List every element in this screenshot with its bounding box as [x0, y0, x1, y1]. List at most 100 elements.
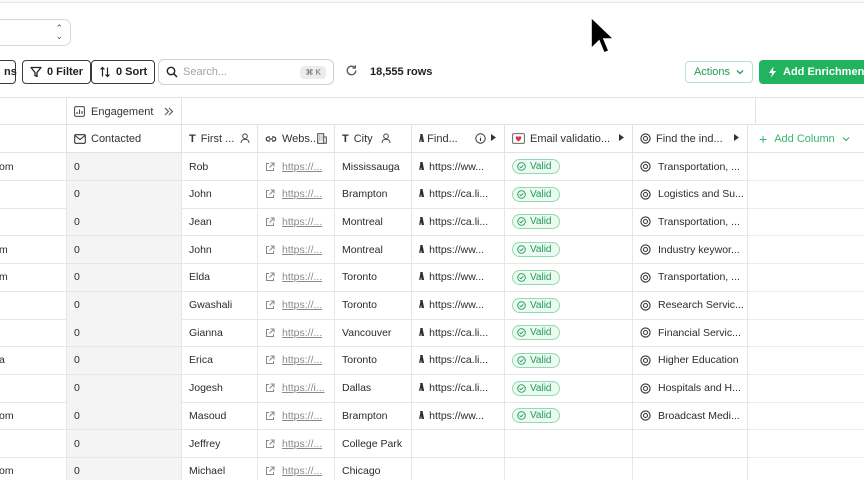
col-header-find[interactable]: /\\ Find...: [412, 125, 505, 152]
website-cell[interactable]: https://...: [258, 208, 335, 236]
contacted-cell[interactable]: 0: [67, 180, 182, 208]
find-cell[interactable]: /\\ https://ca.li...: [412, 319, 505, 347]
table-row[interactable]: 0 Jeffrey https://... College Park: [0, 430, 750, 458]
contacted-cell[interactable]: 0: [67, 430, 182, 457]
col-header-email-validation[interactable]: Email validatio...: [505, 125, 633, 152]
partial-cell[interactable]: om: [0, 402, 67, 430]
play-icon[interactable]: [490, 133, 497, 142]
external-link-icon[interactable]: [265, 411, 275, 421]
table-row[interactable]: 0 Jogesh https://i... Dallas /\\ https://ca.l…: [0, 374, 750, 403]
col-header-contacted[interactable]: Contacted: [67, 125, 182, 152]
website-cell[interactable]: https://...: [258, 346, 335, 374]
contacted-cell[interactable]: 0: [67, 374, 182, 402]
contacted-cell[interactable]: 0: [67, 263, 182, 291]
refresh-icon[interactable]: [345, 64, 358, 77]
city-cell[interactable]: Dallas: [335, 374, 412, 402]
find-cell[interactable]: /\\ https://ca.li...: [412, 346, 505, 374]
col-header-city[interactable]: T City: [335, 125, 412, 152]
first-name-cell[interactable]: Jean: [182, 208, 258, 236]
external-link-icon[interactable]: [265, 189, 275, 199]
table-row[interactable]: 0 John https://... Brampton /\\ https://ca.li…: [0, 180, 750, 209]
group-engagement[interactable]: Engagement: [67, 98, 182, 125]
city-cell[interactable]: Toronto: [335, 263, 412, 291]
industry-cell[interactable]: [633, 430, 748, 457]
external-link-icon[interactable]: [265, 466, 275, 476]
city-cell[interactable]: Chicago: [335, 457, 412, 480]
email-validation-cell[interactable]: Valid: [505, 346, 633, 374]
city-cell[interactable]: Montreal: [335, 208, 412, 236]
first-name-cell[interactable]: Masoud: [182, 402, 258, 430]
email-validation-cell[interactable]: Valid: [505, 236, 633, 264]
industry-cell[interactable]: Transportation, ...: [633, 153, 748, 180]
external-link-icon[interactable]: [265, 383, 275, 393]
partial-cell[interactable]: [0, 291, 67, 319]
city-cell[interactable]: College Park: [335, 430, 412, 457]
city-cell[interactable]: Vancouver: [335, 319, 412, 347]
contacted-cell[interactable]: 0: [67, 402, 182, 430]
industry-cell[interactable]: Broadcast Medi...: [633, 402, 748, 430]
table-row[interactable]: 0 Gianna https://... Vancouver /\\ https://ca…: [0, 319, 750, 348]
website-cell[interactable]: https://...: [258, 430, 335, 457]
website-cell[interactable]: https://...: [258, 180, 335, 208]
add-column-button[interactable]: + Add Column: [750, 125, 864, 153]
website-cell[interactable]: https://...: [258, 291, 335, 319]
industry-cell[interactable]: Transportation, ...: [633, 263, 748, 291]
industry-cell[interactable]: Logistics and Su...: [633, 180, 748, 208]
email-validation-cell[interactable]: Valid: [505, 153, 633, 180]
play-icon[interactable]: [618, 133, 625, 142]
email-validation-cell[interactable]: Valid: [505, 263, 633, 291]
filter-button[interactable]: 0 Filter: [22, 60, 92, 84]
website-cell[interactable]: https://...: [258, 263, 335, 291]
city-cell[interactable]: Mississauga: [335, 153, 412, 180]
table-row[interactable]: 0 Gwashali https://... Toronto /\\ https://ww…: [0, 291, 750, 320]
city-cell[interactable]: Brampton: [335, 402, 412, 430]
table-row[interactable]: m 0 John https://... Montreal /\\ https://ww..…: [0, 236, 750, 265]
partial-cell[interactable]: [0, 319, 67, 347]
first-name-cell[interactable]: John: [182, 180, 258, 208]
partial-cell[interactable]: om: [0, 153, 67, 180]
website-cell[interactable]: https://...: [258, 319, 335, 347]
industry-cell[interactable]: Financial Servic...: [633, 319, 748, 347]
partial-cell[interactable]: [0, 208, 67, 236]
partial-cell[interactable]: m: [0, 263, 67, 291]
partial-cell[interactable]: m: [0, 236, 67, 264]
city-cell[interactable]: Toronto: [335, 291, 412, 319]
contacted-cell[interactable]: 0: [67, 457, 182, 480]
first-name-cell[interactable]: Jeffrey: [182, 430, 258, 457]
partial-cell[interactable]: [0, 180, 67, 208]
find-cell[interactable]: [412, 430, 505, 457]
email-validation-cell[interactable]: Valid: [505, 291, 633, 319]
industry-cell[interactable]: Hospitals and H...: [633, 374, 748, 402]
columns-button[interactable]: ns: [0, 60, 17, 84]
website-cell[interactable]: https://...: [258, 236, 335, 264]
email-validation-cell[interactable]: [505, 430, 633, 457]
industry-cell[interactable]: Transportation, ...: [633, 208, 748, 236]
website-cell[interactable]: https://...: [258, 402, 335, 430]
external-link-icon[interactable]: [265, 272, 275, 282]
col-header-partial[interactable]: [0, 125, 67, 152]
find-cell[interactable]: /\\ https://ca.li...: [412, 374, 505, 402]
first-name-cell[interactable]: Erica: [182, 346, 258, 374]
industry-cell[interactable]: Higher Education: [633, 346, 748, 374]
external-link-icon[interactable]: [265, 162, 275, 172]
find-cell[interactable]: /\\ https://ww...: [412, 236, 505, 264]
industry-cell[interactable]: Industry keywor...: [633, 236, 748, 264]
external-link-icon[interactable]: [265, 217, 275, 227]
add-enrichment-button[interactable]: Add Enrichment: [759, 60, 864, 84]
industry-cell[interactable]: [633, 457, 748, 480]
first-name-cell[interactable]: Rob: [182, 153, 258, 180]
table-row[interactable]: om 0 Masoud https://... Brampton /\\ https://w…: [0, 402, 750, 431]
contacted-cell[interactable]: 0: [67, 346, 182, 374]
search-box[interactable]: ⌘ K: [158, 59, 334, 85]
sort-button[interactable]: 0 Sort: [91, 60, 156, 84]
external-link-icon[interactable]: [265, 245, 275, 255]
table-row[interactable]: a 0 Erica https://... Toronto /\\ https://ca.l…: [0, 346, 750, 375]
col-header-website[interactable]: Webs...: [258, 125, 335, 152]
contacted-cell[interactable]: 0: [67, 236, 182, 264]
email-validation-cell[interactable]: Valid: [505, 319, 633, 347]
city-cell[interactable]: Toronto: [335, 346, 412, 374]
first-name-cell[interactable]: Gianna: [182, 319, 258, 347]
find-cell[interactable]: /\\ https://ca.li...: [412, 180, 505, 208]
partial-cell[interactable]: a: [0, 346, 67, 374]
partial-cell[interactable]: [0, 430, 67, 457]
